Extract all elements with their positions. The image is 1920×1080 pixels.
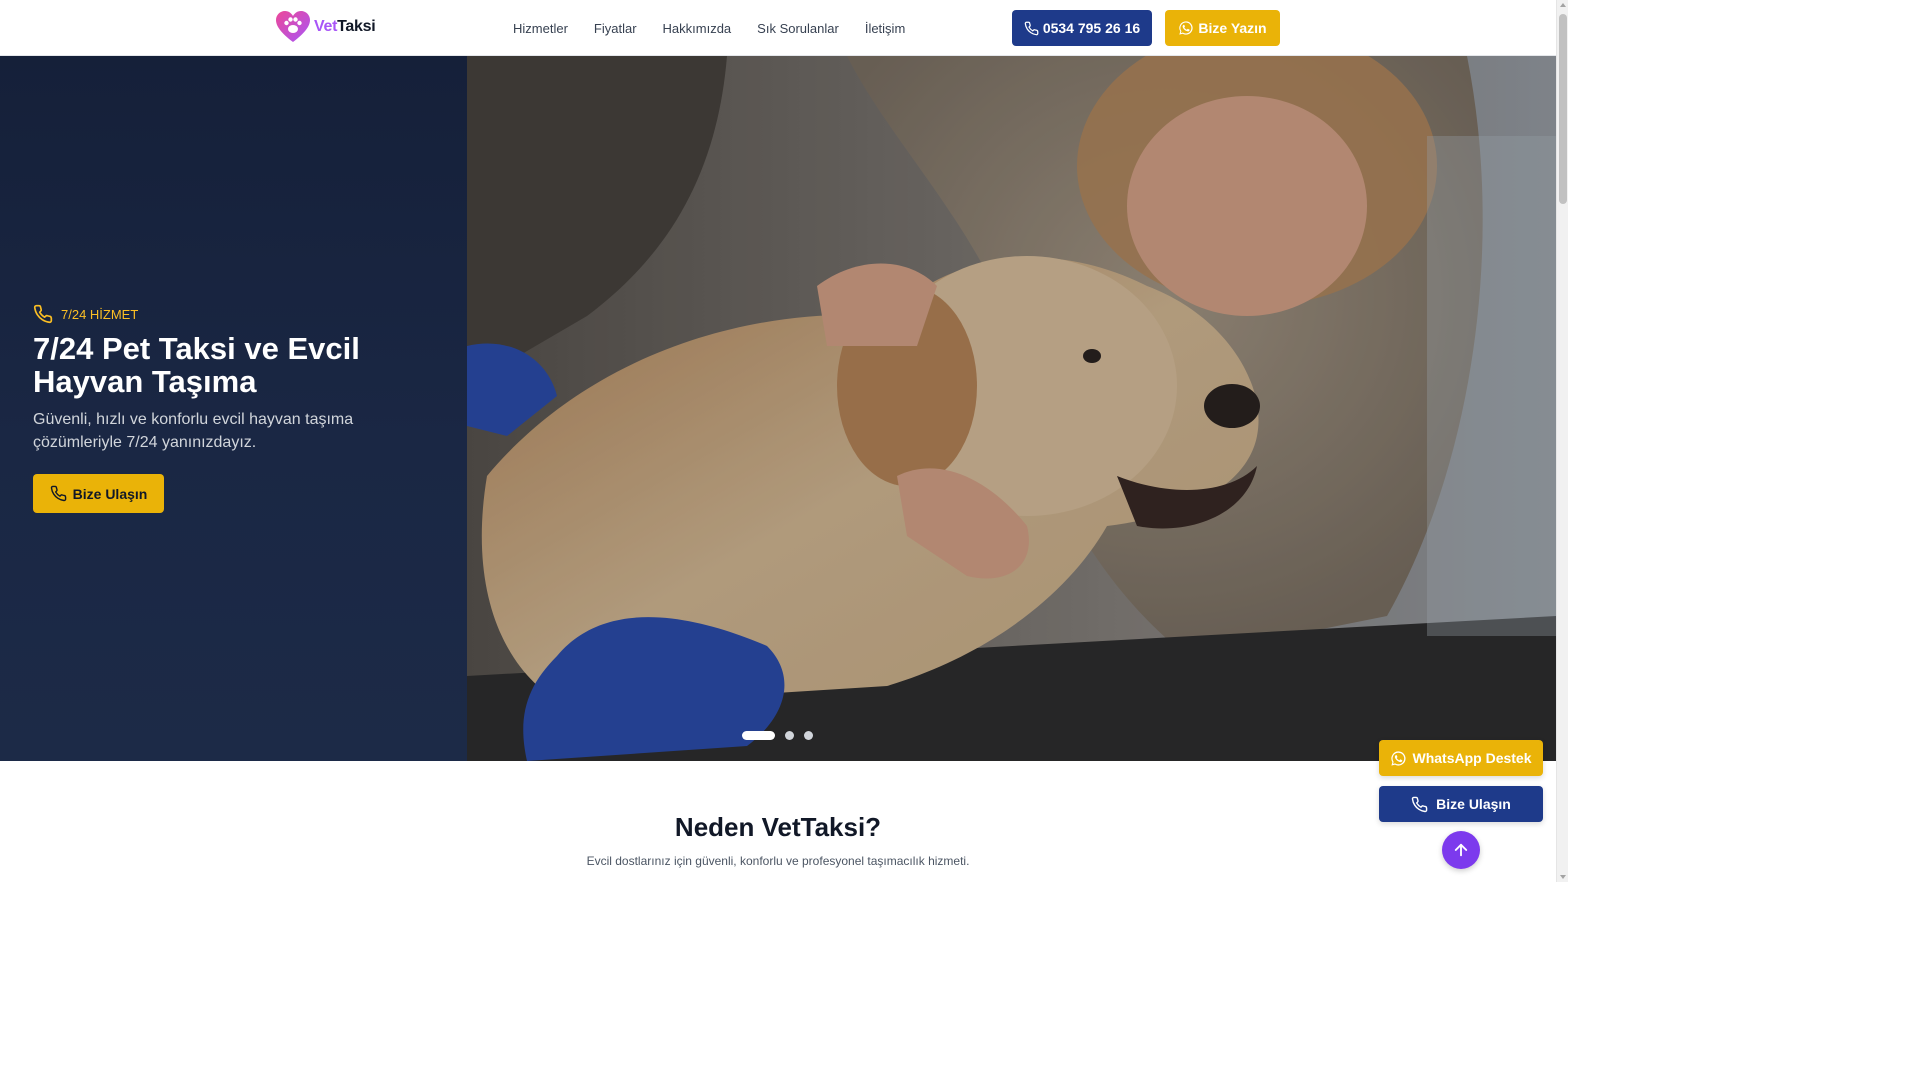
write-us-button[interactable]: Bize Yazın <box>1165 10 1280 46</box>
phone-icon <box>1411 796 1428 812</box>
whatsapp-icon <box>1179 21 1194 35</box>
section-subtitle: Evcil dostlarınız için güvenli, konforlu… <box>586 854 970 868</box>
hero-badge: 7/24 HİZMET <box>33 304 138 324</box>
slider-dot-3[interactable] <box>804 731 813 740</box>
scroll-to-top-button[interactable] <box>1442 831 1480 869</box>
hero-contact-button[interactable]: Bize Ulaşın <box>33 474 164 513</box>
heart-paw-icon <box>276 11 310 42</box>
slider-dot-2[interactable] <box>785 731 794 740</box>
brand-name-part2: Taksi <box>337 18 376 35</box>
nav-item-hizmetler[interactable]: Hizmetler <box>500 21 581 36</box>
page-scrollbar[interactable] <box>1556 0 1568 882</box>
whatsapp-support-label: WhatsApp Destek <box>1412 750 1532 766</box>
slider-dots <box>742 731 813 740</box>
floating-contact-button[interactable]: Bize Ulaşın <box>1379 786 1543 822</box>
phone-button-label: 0534 795 26 16 <box>1042 20 1141 36</box>
brand-name: VetTaksi <box>314 18 376 36</box>
scroll-up-arrow-icon[interactable] <box>1560 3 1566 7</box>
slider-dot-1[interactable] <box>742 731 775 740</box>
phone-button[interactable]: 0534 795 26 16 <box>1012 10 1152 46</box>
nav-item-iletisim[interactable]: İletişim <box>852 21 918 36</box>
hero-description: Güvenli, hızlı ve konforlu evcil hayvan … <box>33 411 354 451</box>
whatsapp-icon <box>1391 750 1407 766</box>
hero-contact-button-label: Bize Ulaşın <box>72 485 148 502</box>
nav-item-sss[interactable]: Sık Sorulanlar <box>744 21 852 36</box>
floating-contact-label: Bize Ulaşın <box>1436 796 1511 812</box>
whatsapp-support-button[interactable]: WhatsApp Destek <box>1379 740 1543 776</box>
nav-item-fiyatlar[interactable]: Fiyatlar <box>581 21 650 36</box>
hero-image <box>467 56 1556 761</box>
logo[interactable]: VetTaksi <box>275 10 376 44</box>
brand-name-part1: Vet <box>314 18 338 35</box>
main-nav: Hizmetler Fiyatlar Hakkımızda Sık Sorula… <box>500 0 918 56</box>
hero-badge-label: 7/24 HİZMET <box>61 306 139 322</box>
hero-slider: 7/24 HİZMET 7/24 Pet Taksi ve Evcil Hayv… <box>0 56 1556 761</box>
phone-icon <box>50 485 66 502</box>
hero-title: 7/24 Pet Taksi ve Evcil Hayvan Taşıma <box>33 331 360 399</box>
nav-item-hakkimizda[interactable]: Hakkımızda <box>650 21 745 36</box>
phone-icon <box>1024 21 1039 35</box>
site-header: VetTaksi Hizmetler Fiyatlar Hakkımızda S… <box>0 0 1556 56</box>
phone-icon <box>33 304 53 324</box>
scrollbar-thumb[interactable] <box>1559 14 1567 204</box>
arrow-up-icon <box>1454 843 1468 857</box>
section-title: Neden VetTaksi? <box>674 812 882 842</box>
vet-dog-photo <box>467 56 1556 761</box>
scroll-down-arrow-icon[interactable] <box>1560 875 1566 879</box>
write-us-button-label: Bize Yazın <box>1198 20 1267 36</box>
